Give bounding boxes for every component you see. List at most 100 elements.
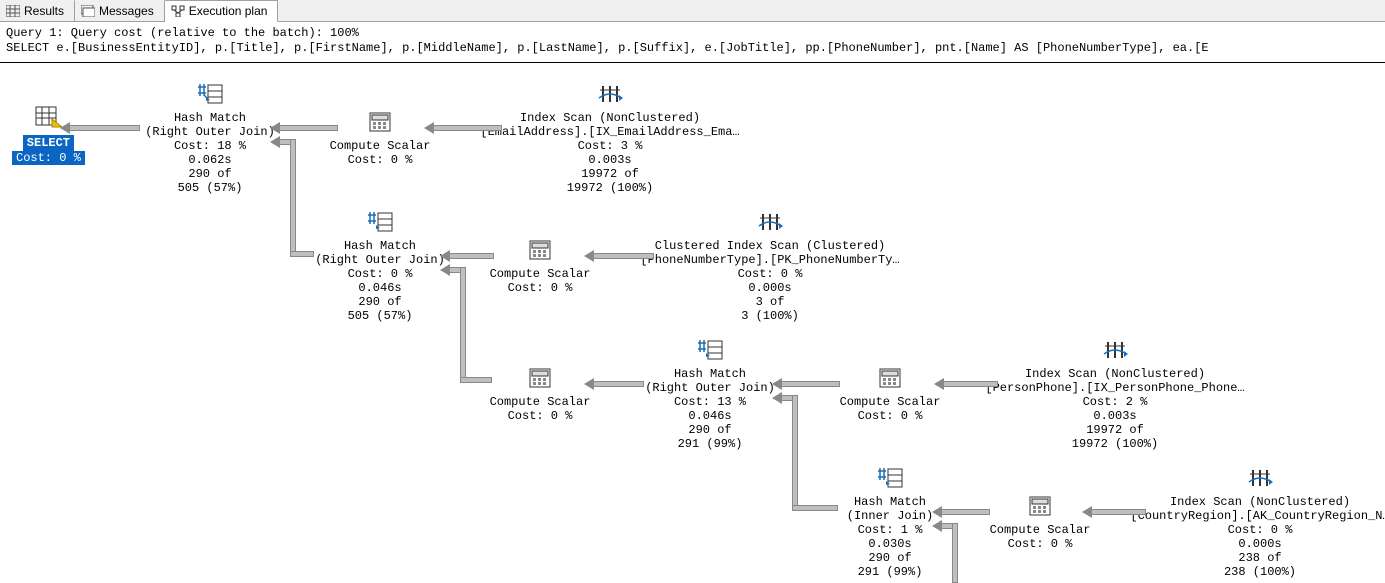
op-cost: Cost: 0 % xyxy=(738,267,803,281)
arrowhead-icon xyxy=(772,378,782,390)
op-rows2: 291 (99%) xyxy=(678,437,743,451)
op-select[interactable]: SELECT Cost: 0 % xyxy=(12,105,85,165)
op-compute-scalar-5[interactable]: Compute Scalar Cost: 0 % xyxy=(980,495,1100,551)
op-time: 0.003s xyxy=(588,153,631,167)
op-cost: Cost: 2 % xyxy=(1083,395,1148,409)
op-rows2: 19972 (100%) xyxy=(1072,437,1158,451)
op-title: Compute Scalar xyxy=(490,395,591,409)
op-time: 0.046s xyxy=(688,409,731,423)
op-compute-scalar-1[interactable]: Compute Scalar Cost: 0 % xyxy=(320,111,440,167)
op-cost: Cost: 0 % xyxy=(508,281,573,295)
op-title: Hash Match xyxy=(854,495,926,509)
op-hash-match-2[interactable]: Hash Match (Right Outer Join) Cost: 0 % … xyxy=(300,211,460,323)
op-title: Index Scan (NonClustered) xyxy=(1170,495,1350,509)
op-rows: 19972 of xyxy=(1086,423,1144,437)
op-title: Compute Scalar xyxy=(990,523,1091,537)
op-cost: Cost: 1 % xyxy=(858,523,923,537)
op-subtitle: (Right Outer Join) xyxy=(315,253,445,267)
clustered-index-scan-icon xyxy=(757,211,783,233)
connector xyxy=(940,509,990,515)
arrowhead-icon xyxy=(772,392,782,404)
op-rows: 290 of xyxy=(688,423,731,437)
op-rows: 238 of xyxy=(1238,551,1281,565)
query-cost-line: Query 1: Query cost (relative to the bat… xyxy=(6,26,1379,41)
connector xyxy=(1090,509,1146,515)
op-cost: Cost: 0 % xyxy=(858,409,923,423)
arrowhead-icon xyxy=(440,250,450,262)
op-time: 0.000s xyxy=(748,281,791,295)
op-rows: 290 of xyxy=(358,295,401,309)
op-cost: Cost: 0 % xyxy=(1228,523,1293,537)
connector xyxy=(68,125,140,131)
compute-scalar-icon xyxy=(1028,495,1052,517)
op-hash-match-1[interactable]: Hash Match (Right Outer Join) Cost: 18 %… xyxy=(130,83,290,195)
connector xyxy=(592,253,654,259)
op-subtitle: [EmailAddress].[IX_EmailAddress_Ema… xyxy=(480,125,739,139)
tab-messages[interactable]: Messages xyxy=(75,0,165,21)
tab-results[interactable]: Results xyxy=(0,0,75,21)
connector xyxy=(278,125,338,131)
connector xyxy=(290,139,296,255)
hash-match-icon xyxy=(876,467,904,489)
tab-messages-label: Messages xyxy=(99,4,154,18)
op-compute-scalar-4[interactable]: Compute Scalar Cost: 0 % xyxy=(830,367,950,423)
index-scan-icon xyxy=(1102,339,1128,361)
op-clustered-index-scan[interactable]: Clustered Index Scan (Clustered) [PhoneN… xyxy=(640,211,900,323)
op-cost: Cost: 3 % xyxy=(578,139,643,153)
arrowhead-icon xyxy=(932,506,942,518)
op-compute-scalar-3[interactable]: Compute Scalar Cost: 0 % xyxy=(480,367,600,423)
connector xyxy=(792,505,838,511)
op-rows: 19972 of xyxy=(581,167,639,181)
connector xyxy=(952,523,958,583)
arrowhead-icon xyxy=(270,122,280,134)
op-title: Compute Scalar xyxy=(490,267,591,281)
op-rows2: 3 (100%) xyxy=(741,309,799,323)
op-cost: Cost: 0 % xyxy=(348,267,413,281)
op-subtitle: [PhoneNumberType].[PK_PhoneNumberTy… xyxy=(640,253,899,267)
op-index-scan-2[interactable]: Index Scan (NonClustered) [PersonPhone].… xyxy=(985,339,1245,451)
op-title: Index Scan (NonClustered) xyxy=(520,111,700,125)
op-rows2: 19972 (100%) xyxy=(567,181,653,195)
compute-scalar-icon xyxy=(528,239,552,261)
op-time: 0.046s xyxy=(358,281,401,295)
select-cost: Cost: 0 % xyxy=(12,151,85,165)
op-time: 0.003s xyxy=(1093,409,1136,423)
op-subtitle: (Right Outer Join) xyxy=(145,125,275,139)
op-cost: Cost: 0 % xyxy=(348,153,413,167)
op-index-scan-1[interactable]: Index Scan (NonClustered) [EmailAddress]… xyxy=(480,83,740,195)
grid-icon xyxy=(6,5,20,17)
connector xyxy=(432,125,502,131)
tab-results-label: Results xyxy=(24,4,64,18)
messages-icon xyxy=(81,5,95,17)
compute-scalar-icon xyxy=(528,367,552,389)
query-text-line: SELECT e.[BusinessEntityID], p.[Title], … xyxy=(6,41,1379,56)
op-cost: Cost: 0 % xyxy=(1008,537,1073,551)
arrowhead-icon xyxy=(440,264,450,276)
op-rows2: 291 (99%) xyxy=(858,565,923,579)
query-header: Query 1: Query cost (relative to the bat… xyxy=(0,22,1385,63)
op-rows2: 505 (57%) xyxy=(178,181,243,195)
op-cost: Cost: 0 % xyxy=(508,409,573,423)
op-time: 0.000s xyxy=(1238,537,1281,551)
op-rows: 290 of xyxy=(868,551,911,565)
connector xyxy=(290,251,314,257)
execution-plan-canvas[interactable]: SELECT Cost: 0 % Hash Match (Right Outer… xyxy=(0,63,1385,583)
tab-execution-plan[interactable]: Execution plan xyxy=(165,0,279,22)
hash-match-icon xyxy=(366,211,394,233)
op-cost: Cost: 18 % xyxy=(174,139,246,153)
connector xyxy=(942,381,998,387)
op-hash-match-3[interactable]: Hash Match (Right Outer Join) Cost: 13 %… xyxy=(630,339,790,451)
index-scan-icon xyxy=(597,83,623,105)
hash-match-icon xyxy=(196,83,224,105)
compute-scalar-icon xyxy=(878,367,902,389)
op-rows2: 505 (57%) xyxy=(348,309,413,323)
op-subtitle: [CountryRegion].[AK_CountryRegion_N… xyxy=(1130,509,1385,523)
op-index-scan-3[interactable]: Index Scan (NonClustered) [CountryRegion… xyxy=(1130,467,1385,579)
select-label: SELECT xyxy=(23,135,74,151)
op-rows2: 238 (100%) xyxy=(1224,565,1296,579)
op-time: 0.062s xyxy=(188,153,231,167)
arrowhead-icon xyxy=(1082,506,1092,518)
op-title: Clustered Index Scan (Clustered) xyxy=(655,239,885,253)
op-compute-scalar-2[interactable]: Compute Scalar Cost: 0 % xyxy=(480,239,600,295)
op-cost: Cost: 13 % xyxy=(674,395,746,409)
